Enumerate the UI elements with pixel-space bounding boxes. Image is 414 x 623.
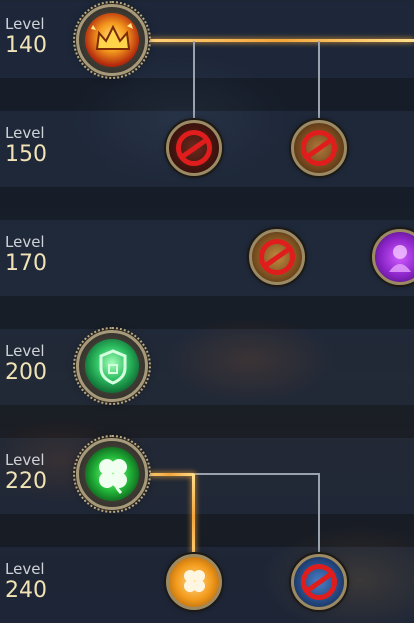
connector-140-150-left — [193, 41, 195, 124]
level-word: Level — [5, 342, 45, 360]
skill-node-240-a[interactable] — [166, 554, 222, 610]
level-label-150: Level 150 — [5, 126, 47, 166]
skill-node-200[interactable] — [73, 327, 151, 405]
level-word: Level — [5, 233, 45, 251]
level-word: Level — [5, 560, 45, 578]
level-label-220: Level 220 — [5, 453, 47, 493]
skill-node-220[interactable] — [73, 435, 151, 513]
level-word: Level — [5, 451, 45, 469]
row-divider — [0, 78, 414, 111]
locked-skill-icon — [301, 130, 337, 166]
level-label-240: Level 240 — [5, 562, 47, 602]
row-divider — [0, 405, 414, 438]
level-label-170: Level 170 — [5, 235, 47, 275]
connector-220-240-right — [318, 474, 320, 559]
connector-220-240-left — [192, 474, 195, 560]
level-label-140: Level 140 — [5, 17, 47, 57]
level-number: 150 — [5, 142, 47, 167]
level-number: 140 — [5, 33, 47, 58]
level-word: Level — [5, 15, 45, 33]
level-label-200: Level 200 — [5, 344, 47, 384]
level-number: 200 — [5, 360, 47, 385]
skill-node-150-a[interactable] — [166, 120, 222, 176]
row-divider — [0, 296, 414, 329]
row-divider — [0, 187, 414, 220]
connector-140-150-right — [318, 41, 320, 124]
level-number: 170 — [5, 251, 47, 276]
connector-gold-220 — [146, 473, 194, 476]
level-number: 240 — [5, 578, 47, 603]
skill-node-140[interactable] — [73, 1, 151, 79]
row-divider — [0, 514, 414, 547]
locked-skill-icon — [259, 239, 295, 275]
skill-node-150-b[interactable] — [291, 120, 347, 176]
connector-gold-140 — [146, 39, 414, 42]
level-row-200 — [0, 329, 414, 405]
purple-spirit-icon — [381, 238, 414, 276]
level-word: Level — [5, 124, 45, 142]
level-row-220 — [0, 438, 414, 514]
green-clover-icon — [85, 447, 139, 501]
skill-node-170-a[interactable] — [249, 229, 305, 285]
level-number: 220 — [5, 469, 47, 494]
gold-clover-icon — [175, 563, 213, 601]
level-row-170 — [0, 220, 414, 296]
fire-crown-icon — [85, 13, 139, 67]
green-shield-icon — [85, 339, 139, 393]
locked-skill-icon — [301, 564, 337, 600]
skill-node-240-b[interactable] — [291, 554, 347, 610]
locked-skill-icon — [176, 130, 212, 166]
